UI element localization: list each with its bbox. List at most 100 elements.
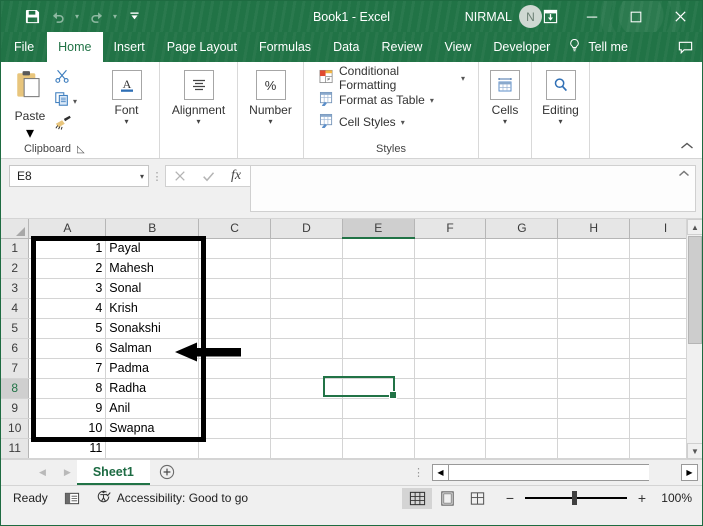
cell-d11[interactable] xyxy=(270,438,343,460)
hscroll-left-icon[interactable]: ◀ xyxy=(432,463,449,481)
cell-b11[interactable] xyxy=(105,438,200,460)
cell-styles-button[interactable]: Cell Styles ▾ xyxy=(315,111,465,133)
cell-g4[interactable] xyxy=(485,298,559,319)
cell-f8[interactable] xyxy=(414,378,487,399)
row-header-10[interactable]: 10 xyxy=(1,418,30,439)
cell-c10[interactable] xyxy=(198,418,272,439)
cell-d3[interactable] xyxy=(270,278,343,299)
cell-c9[interactable] xyxy=(198,398,272,419)
cell-c4[interactable] xyxy=(198,298,272,319)
cell-c6[interactable] xyxy=(198,338,272,359)
undo-dropdown-icon[interactable]: ▾ xyxy=(71,5,83,29)
cell-g3[interactable] xyxy=(485,278,559,299)
cell-b5[interactable]: Sonakshi xyxy=(105,318,200,339)
scroll-up-icon[interactable]: ▲ xyxy=(687,219,702,235)
cell-h3[interactable] xyxy=(557,278,631,299)
cell-e2[interactable] xyxy=(342,258,415,279)
cell-d10[interactable] xyxy=(270,418,343,439)
cell-f9[interactable] xyxy=(414,398,487,419)
tab-data[interactable]: Data xyxy=(322,32,370,62)
copy-dropdown-icon[interactable]: ▾ xyxy=(73,97,77,106)
cells-button[interactable]: Cells ▾ xyxy=(484,65,526,126)
cell-e5[interactable] xyxy=(342,318,415,339)
minimize-button[interactable] xyxy=(570,1,614,32)
redo-dropdown-icon[interactable]: ▾ xyxy=(109,5,121,29)
name-box[interactable]: E8 ▾ xyxy=(9,165,149,187)
alignment-button[interactable]: Alignment ▾ xyxy=(165,65,232,126)
cell-b2[interactable]: Mahesh xyxy=(105,258,200,279)
column-header-h[interactable]: H xyxy=(557,219,631,239)
cell-h2[interactable] xyxy=(557,258,631,279)
cell-a8[interactable]: 8 xyxy=(28,378,107,399)
save-icon[interactable] xyxy=(19,5,45,29)
cell-f6[interactable] xyxy=(414,338,487,359)
cell-d7[interactable] xyxy=(270,358,343,379)
number-dropdown-icon[interactable]: ▾ xyxy=(268,118,272,126)
cell-f7[interactable] xyxy=(414,358,487,379)
cell-g5[interactable] xyxy=(485,318,559,339)
cell-d4[interactable] xyxy=(270,298,343,319)
cancel-formula-icon[interactable] xyxy=(166,166,194,187)
cell-g1[interactable] xyxy=(485,238,559,259)
row-header-6[interactable]: 6 xyxy=(1,338,30,359)
cell-e7[interactable] xyxy=(342,358,415,379)
select-all-corner[interactable] xyxy=(1,219,30,239)
zoom-slider-thumb[interactable] xyxy=(572,491,577,505)
row-header-9[interactable]: 9 xyxy=(1,398,30,419)
number-button[interactable]: % Number ▾ xyxy=(243,65,298,126)
row-header-7[interactable]: 7 xyxy=(1,358,30,379)
enter-formula-icon[interactable] xyxy=(194,166,222,187)
comments-icon[interactable] xyxy=(677,32,694,62)
cell-g9[interactable] xyxy=(485,398,559,419)
column-header-b[interactable]: B xyxy=(105,219,200,239)
cell-h4[interactable] xyxy=(557,298,631,319)
cell-g6[interactable] xyxy=(485,338,559,359)
page-layout-view-icon[interactable] xyxy=(432,488,462,509)
ribbon-display-options-icon[interactable] xyxy=(530,1,570,32)
tab-view[interactable]: View xyxy=(433,32,482,62)
cell-h8[interactable] xyxy=(557,378,631,399)
cell-h6[interactable] xyxy=(557,338,631,359)
cell-b7[interactable]: Padma xyxy=(105,358,200,379)
vertical-scroll-thumb[interactable] xyxy=(688,236,702,344)
cell-b4[interactable]: Krish xyxy=(105,298,200,319)
cell-f3[interactable] xyxy=(414,278,487,299)
macro-record-icon[interactable] xyxy=(64,491,80,506)
cell-b9[interactable]: Anil xyxy=(105,398,200,419)
cell-h10[interactable] xyxy=(557,418,631,439)
next-sheet-icon[interactable]: ▶ xyxy=(64,467,71,478)
insert-function-icon[interactable]: fx xyxy=(222,166,250,187)
cell-c5[interactable] xyxy=(198,318,272,339)
cell-f4[interactable] xyxy=(414,298,487,319)
row-header-4[interactable]: 4 xyxy=(1,298,30,319)
normal-view-icon[interactable] xyxy=(402,487,432,509)
formula-bar-grip[interactable]: ⋮ xyxy=(149,165,165,187)
cell-d2[interactable] xyxy=(270,258,343,279)
editing-dropdown-icon[interactable]: ▾ xyxy=(558,118,562,126)
cell-a4[interactable]: 4 xyxy=(28,298,107,319)
tab-review[interactable]: Review xyxy=(370,32,433,62)
cell-f1[interactable] xyxy=(414,238,487,259)
undo-icon[interactable] xyxy=(45,5,71,29)
cell-e10[interactable] xyxy=(342,418,415,439)
font-button[interactable]: A Font ▾ xyxy=(99,65,154,126)
clipboard-dialog-launcher[interactable]: ◺ xyxy=(77,144,85,155)
cell-g10[interactable] xyxy=(485,418,559,439)
cell-c3[interactable] xyxy=(198,278,272,299)
cell-a3[interactable]: 3 xyxy=(28,278,107,299)
cell-e9[interactable] xyxy=(342,398,415,419)
cell-h1[interactable] xyxy=(557,238,631,259)
cell-g11[interactable] xyxy=(485,438,559,460)
format-painter-icon[interactable] xyxy=(54,114,72,135)
cell-styles-dropdown-icon[interactable]: ▾ xyxy=(401,118,405,127)
hscroll-grip[interactable]: ⋮ xyxy=(413,466,424,479)
column-header-e[interactable]: E xyxy=(342,219,415,239)
cell-b1[interactable]: Payal xyxy=(105,238,200,259)
cell-d9[interactable] xyxy=(270,398,343,419)
sheet-tab-sheet1[interactable]: Sheet1 xyxy=(76,460,150,485)
page-break-preview-icon[interactable] xyxy=(462,488,492,509)
column-header-c[interactable]: C xyxy=(198,219,272,239)
redo-icon[interactable] xyxy=(83,5,109,29)
cell-c2[interactable] xyxy=(198,258,272,279)
cell-a9[interactable]: 9 xyxy=(28,398,107,419)
